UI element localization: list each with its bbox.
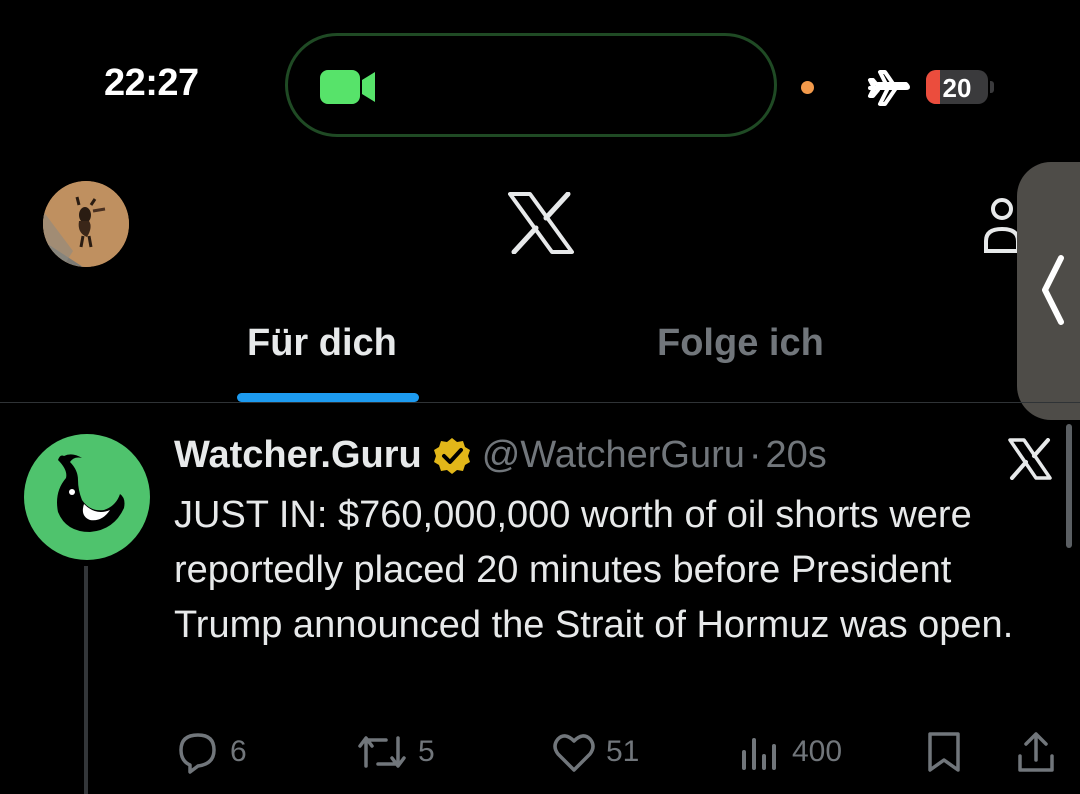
tabs-divider [0,402,1080,403]
bookmark-icon [928,732,960,772]
tab-following[interactable]: Folge ich [657,322,824,365]
airplane-icon [868,70,910,106]
repost-count: 5 [418,735,435,768]
battery-icon: 20 [926,70,988,104]
post-separator: · [748,434,762,476]
post-author-avatar[interactable] [24,434,150,560]
thread-line [84,566,88,794]
post-handle[interactable]: @WatcherGuru [482,434,745,477]
whale-logo-icon [57,454,125,532]
heart-icon [553,734,595,772]
views-button[interactable]: 400 [738,730,842,774]
dynamic-island[interactable] [285,33,777,137]
battery-tip [990,81,994,93]
share-icon [1018,732,1054,772]
scrollbar[interactable] [1066,424,1072,548]
reply-button[interactable]: 6 [176,730,247,774]
grok-icon[interactable] [1006,438,1054,480]
status-time: 22:27 [104,62,199,104]
views-count: 400 [792,735,843,768]
views-chart-icon [742,738,776,770]
battery-level: 20 [942,73,972,103]
chevron-left-icon [1042,255,1064,325]
side-handle[interactable] [1017,162,1080,420]
repost-button[interactable]: 5 [356,730,435,774]
tab-for-you[interactable]: Für dich [247,322,397,365]
camera-icon [320,70,375,104]
orange-dot-indicator [801,81,814,94]
bookmark-button[interactable] [924,730,974,774]
post-header: Watcher.Guru @WatcherGuru · 20s [174,434,827,477]
people-icon[interactable] [980,197,1020,255]
profile-avatar[interactable] [43,181,129,267]
like-count: 51 [606,735,640,768]
share-button[interactable] [1014,730,1068,774]
like-button[interactable]: 51 [552,730,639,774]
reply-icon [179,733,216,774]
x-logo-icon[interactable] [508,192,574,254]
post-text[interactable]: JUST IN: $760,000,000 worth of oil short… [174,488,1024,653]
post-timestamp: 20s [765,434,827,476]
repost-icon [358,736,406,768]
active-tab-indicator [237,393,419,402]
reply-count: 6 [230,735,247,768]
verified-badge-icon [433,437,470,474]
post-display-name[interactable]: Watcher.Guru [174,434,422,477]
